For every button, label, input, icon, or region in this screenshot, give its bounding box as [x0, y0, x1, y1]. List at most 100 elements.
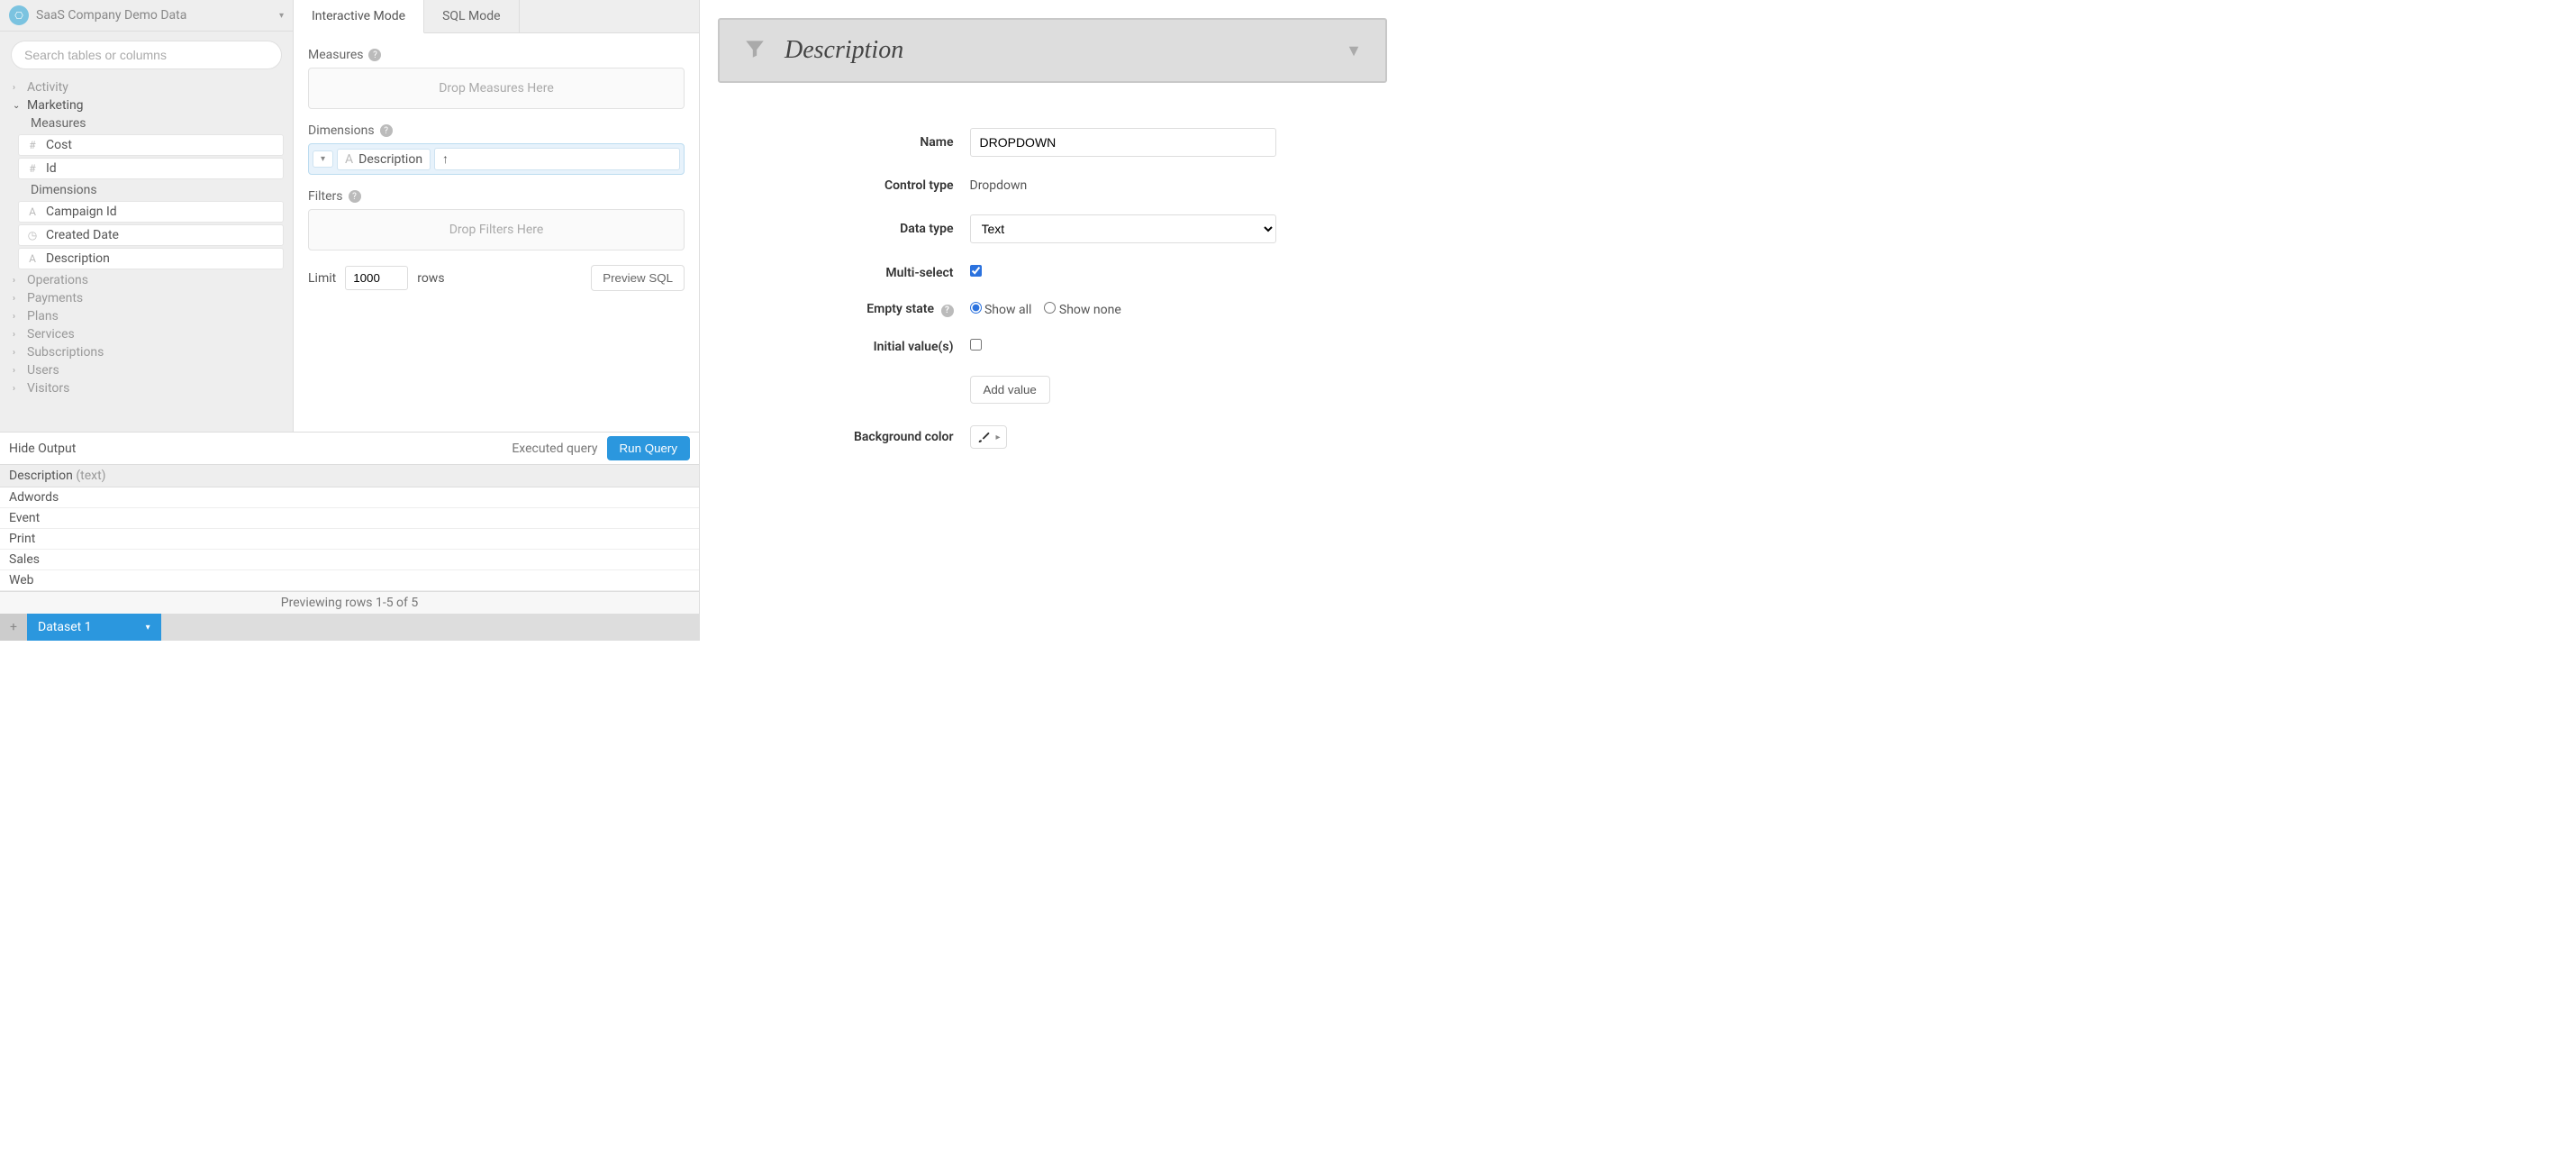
help-icon[interactable]: ? — [368, 49, 381, 61]
initial-values-checkbox[interactable] — [970, 339, 982, 351]
table-row: Web — [0, 570, 699, 591]
limit-input[interactable] — [345, 266, 408, 290]
radio-label: Show all — [984, 303, 1031, 317]
tree-node-operations[interactable]: › Operations — [0, 271, 293, 289]
field-created-date[interactable]: ◷Created Date — [18, 224, 284, 246]
name-input[interactable] — [970, 128, 1276, 157]
chevron-right-icon: › — [13, 276, 22, 286]
field-id[interactable]: #Id — [18, 158, 284, 179]
chevron-right-icon: › — [13, 294, 22, 304]
radio-show-all[interactable]: Show all — [970, 302, 1032, 317]
hash-icon: # — [26, 139, 39, 151]
dataset-tab-1[interactable]: Dataset 1 ▾ — [27, 614, 161, 641]
column-name: Description — [9, 469, 73, 483]
tree-node-services[interactable]: › Services — [0, 325, 293, 343]
query-builder: Interactive Mode SQL Mode Measures? Drop… — [294, 0, 699, 432]
chevron-right-icon: › — [13, 312, 22, 322]
control-type-label: Control type — [801, 178, 954, 193]
dimension-pill-description[interactable]: ADescription — [337, 149, 431, 170]
name-label: Name — [801, 135, 954, 150]
tree-node-payments[interactable]: ›Payments — [0, 289, 293, 307]
widget-title: Description — [785, 36, 1328, 65]
data-type-label: Data type — [801, 222, 954, 236]
preview-sql-button[interactable]: Preview SQL — [591, 265, 685, 291]
tree-node-marketing[interactable]: ⌄Marketing — [0, 96, 293, 114]
field-description[interactable]: A Description — [18, 248, 284, 269]
tree-node-activity[interactable]: ›Activity — [0, 78, 293, 96]
multiselect-checkbox[interactable] — [970, 265, 982, 277]
text-icon: A — [26, 252, 39, 265]
tab-sql[interactable]: SQL Mode — [424, 0, 519, 32]
filter-icon — [743, 37, 766, 64]
tree-label: Operations — [27, 273, 88, 287]
tree-label: Subscriptions — [27, 345, 104, 360]
run-query-button[interactable]: Run Query — [607, 436, 690, 460]
limit-label: Limit — [308, 271, 336, 286]
show-none-radio[interactable] — [1044, 302, 1056, 314]
field-label: Cost — [46, 138, 72, 152]
dimension-menu-toggle[interactable]: ▾ — [313, 150, 333, 168]
column-header[interactable]: Description (text) — [0, 465, 699, 487]
table-row: Adwords — [0, 487, 699, 508]
clock-icon: ◷ — [26, 229, 39, 241]
results-panel: Hide Output Executed query Run Query Des… — [0, 433, 699, 614]
chevron-down-icon: ⌄ — [13, 101, 22, 111]
chevron-right-icon: › — [13, 330, 22, 340]
dataset-tab-label: Dataset 1 — [38, 620, 92, 634]
search-wrap — [0, 32, 293, 78]
schema-search-input[interactable] — [11, 41, 282, 69]
measures-label: Measures? — [308, 48, 685, 62]
multiselect-label: Multi-select — [801, 266, 954, 280]
rows-label: rows — [417, 271, 444, 286]
executed-query-link[interactable]: Executed query — [512, 442, 597, 456]
help-icon[interactable]: ? — [349, 190, 361, 203]
data-type-select[interactable]: Text — [970, 214, 1276, 243]
label-text: Dimensions — [308, 123, 375, 138]
tree-node-visitors[interactable]: ›Visitors — [0, 379, 293, 397]
datasource-select[interactable]: ⎔ SaaS Company Demo Data ▾ — [0, 0, 293, 32]
table-row: Print — [0, 529, 699, 550]
builder-top: ⎔ SaaS Company Demo Data ▾ ›Activity ⌄Ma… — [0, 0, 699, 433]
field-cost[interactable]: # Cost — [18, 134, 284, 156]
builder-body: Measures? Drop Measures Here Dimensions?… — [294, 33, 699, 432]
dimension-sort-toggle[interactable]: ↑ — [434, 148, 680, 170]
tree-label: Services — [27, 327, 75, 342]
table-row: Sales — [0, 550, 699, 570]
radio-show-none[interactable]: Show none — [1044, 302, 1120, 317]
hide-output-toggle[interactable]: Hide Output — [9, 442, 76, 456]
chevron-right-icon: › — [13, 83, 22, 93]
tree-node-plans[interactable]: › Plans — [0, 307, 293, 325]
hash-icon: # — [26, 162, 39, 175]
tree-label: Visitors — [27, 381, 69, 396]
tab-interactive[interactable]: Interactive Mode — [294, 0, 424, 33]
dimensions-drop-zone[interactable]: ▾ ADescription ↑ — [308, 143, 685, 175]
show-all-radio[interactable] — [970, 302, 982, 314]
measures-header: Measures — [0, 114, 293, 132]
radio-label: Show none — [1059, 303, 1121, 317]
pill-label: Description — [358, 152, 422, 167]
triangle-down-icon[interactable]: ▼ — [1346, 41, 1362, 60]
caret-down-icon: ▾ — [279, 11, 284, 21]
widget-header[interactable]: Description ▼ — [718, 18, 1387, 83]
dimensions-header: Dimensions — [0, 181, 293, 199]
column-type: (text) — [76, 469, 105, 483]
caret-down-icon[interactable]: ▾ — [146, 623, 150, 633]
datasource-name: SaaS Company Demo Data — [36, 8, 279, 23]
chevron-right-icon: › — [13, 366, 22, 376]
filters-label: Filters? — [308, 189, 685, 204]
field-label: Description — [46, 251, 110, 266]
filters-drop-zone[interactable]: Drop Filters Here — [308, 209, 685, 250]
table-row: Event — [0, 508, 699, 529]
add-value-button[interactable]: Add value — [970, 376, 1050, 404]
text-icon: A — [26, 205, 39, 218]
tree-node-subscriptions[interactable]: ›Subscriptions — [0, 343, 293, 361]
add-dataset-button[interactable]: + — [0, 614, 27, 641]
help-icon[interactable]: ? — [941, 305, 954, 317]
help-icon[interactable]: ? — [380, 124, 393, 137]
brush-icon — [976, 430, 991, 444]
field-campaign-id[interactable]: ACampaign Id — [18, 201, 284, 223]
bg-color-picker[interactable]: ▸ — [970, 425, 1007, 449]
measures-drop-zone[interactable]: Drop Measures Here — [308, 68, 685, 109]
tree-node-users[interactable]: ›Users — [0, 361, 293, 379]
tree-label: Plans — [27, 309, 59, 323]
